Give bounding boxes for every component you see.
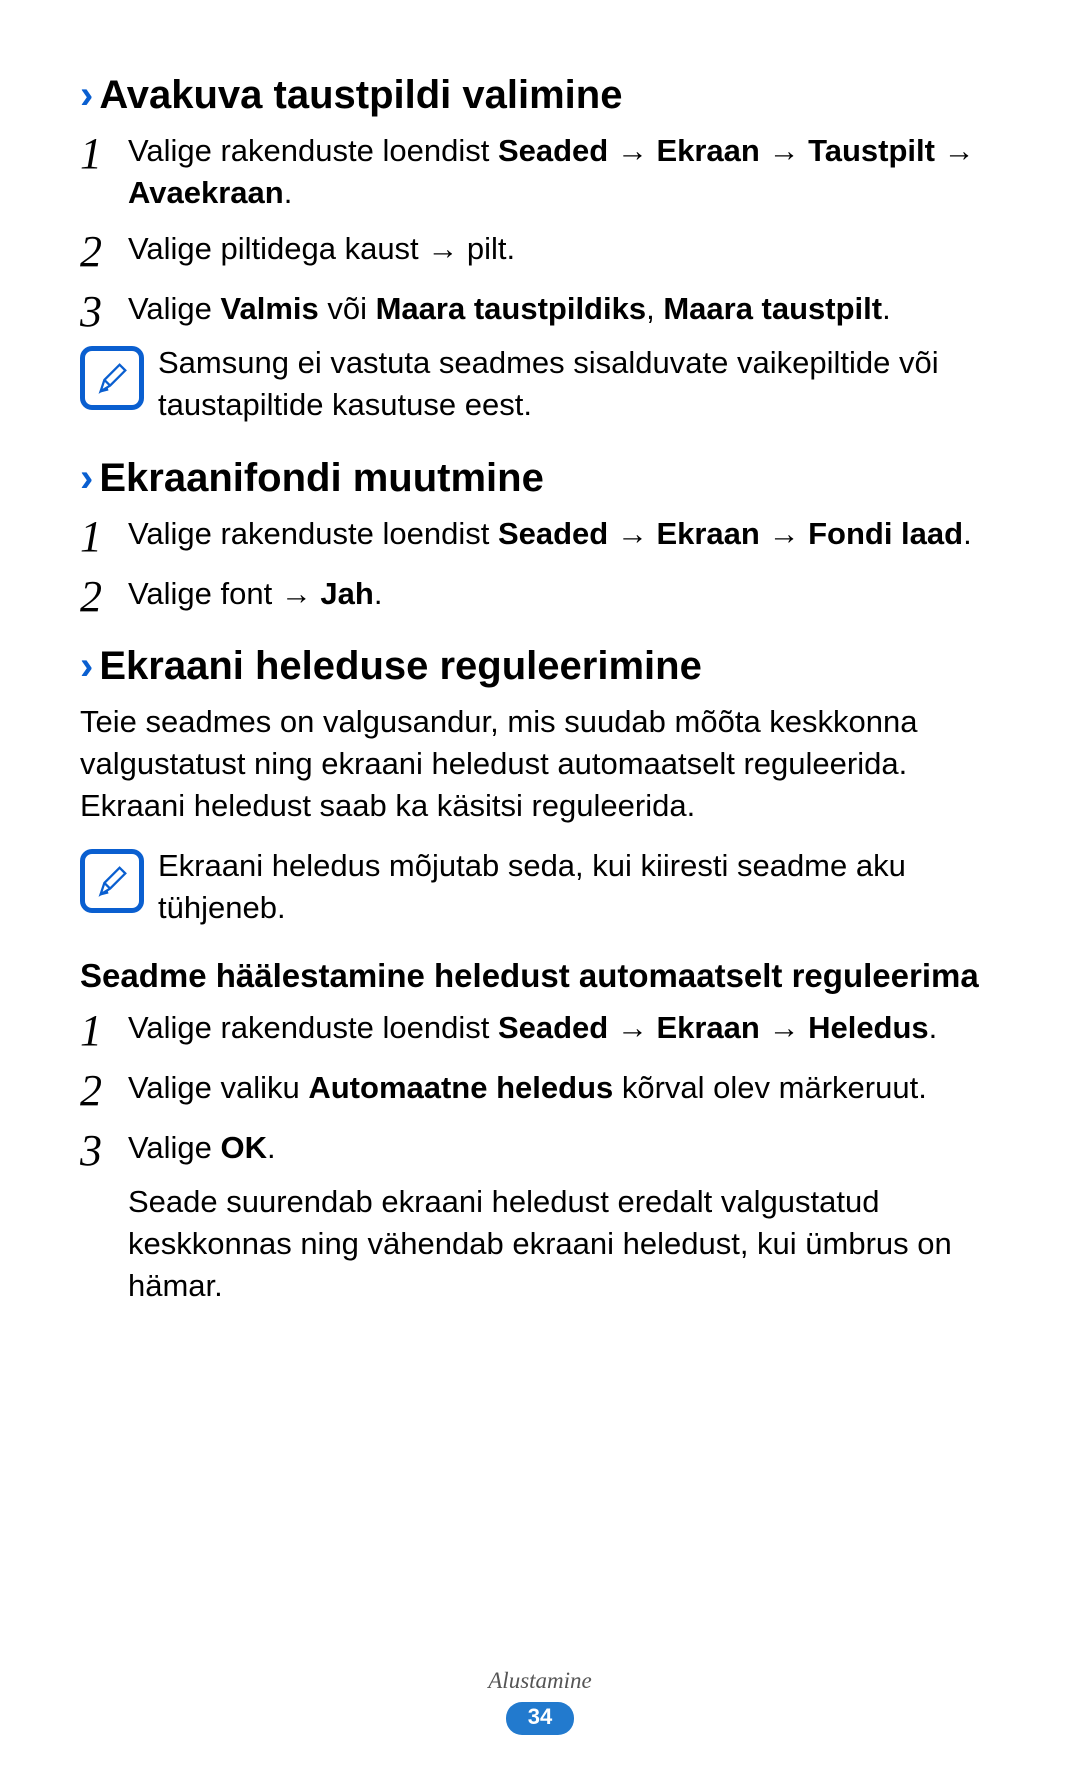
text-run: Valige rakenduste loendist bbox=[128, 133, 498, 168]
step-text: Valige OK. bbox=[128, 1127, 1000, 1169]
step-2: 2 Valige piltidega kaust → pilt. bbox=[80, 228, 1000, 274]
chevron-icon: › bbox=[80, 75, 93, 115]
bold-run: OK bbox=[221, 1130, 268, 1165]
note-text: Samsung ei vastuta seadmes sisalduvate v… bbox=[158, 342, 1000, 426]
document-page: › Avakuva taustpildi valimine 1 Valige r… bbox=[0, 0, 1080, 1771]
section-heading-font: › Ekraanifondi muutmine bbox=[80, 453, 1000, 503]
bold-run: Seaded → Ekraan → Heledus bbox=[498, 1010, 929, 1045]
note-icon bbox=[80, 849, 144, 913]
note-text: Ekraani heledus mõjutab seda, kui kiires… bbox=[158, 845, 1000, 929]
step-text: Valige Valmis või Maara taustpildiks, Ma… bbox=[128, 288, 1000, 330]
chevron-icon: › bbox=[80, 458, 93, 498]
page-number-badge: 34 bbox=[506, 1702, 574, 1735]
text-run: Valige bbox=[128, 1130, 221, 1165]
text-run: või bbox=[319, 291, 376, 326]
step-text: Valige rakenduste loendist Seaded → Ekra… bbox=[128, 1007, 1000, 1049]
text-run: . bbox=[267, 1130, 276, 1165]
note-block: Samsung ei vastuta seadmes sisalduvate v… bbox=[80, 342, 1000, 426]
bold-run: Automaatne heledus bbox=[308, 1070, 613, 1105]
step-2: 2 Valige valiku Automaatne heledus kõrva… bbox=[80, 1067, 1000, 1113]
section-title: Ekraani heleduse reguleerimine bbox=[99, 641, 701, 691]
step-number: 3 bbox=[80, 288, 128, 334]
text-run: , bbox=[646, 291, 663, 326]
text-run: . bbox=[374, 576, 383, 611]
step-1: 1 Valige rakenduste loendist Seaded → Ek… bbox=[80, 513, 1000, 559]
footer-section-label: Alustamine bbox=[0, 1668, 1080, 1694]
step-number: 1 bbox=[80, 513, 128, 559]
step-1: 1 Valige rakenduste loendist Seaded → Ek… bbox=[80, 1007, 1000, 1053]
step-number: 2 bbox=[80, 1067, 128, 1113]
step-number: 2 bbox=[80, 228, 128, 274]
page-footer: Alustamine 34 bbox=[0, 1668, 1080, 1735]
section-title: Ekraanifondi muutmine bbox=[99, 453, 544, 503]
step-number: 1 bbox=[80, 130, 128, 176]
note-block: Ekraani heledus mõjutab seda, kui kiires… bbox=[80, 845, 1000, 929]
text-run: Valige rakenduste loendist bbox=[128, 1010, 498, 1045]
note-icon bbox=[80, 346, 144, 410]
text-run: kõrval olev märkeruut. bbox=[613, 1070, 927, 1105]
section-heading-wallpaper: › Avakuva taustpildi valimine bbox=[80, 70, 1000, 120]
step-text: Valige rakenduste loendist Seaded → Ekra… bbox=[128, 130, 1000, 214]
step-3: 3 Valige Valmis või Maara taustpildiks, … bbox=[80, 288, 1000, 334]
text-run: Valige bbox=[128, 291, 221, 326]
bold-run: Jah bbox=[320, 576, 373, 611]
step-followup-text: Seade suurendab ekraani heledust eredalt… bbox=[128, 1181, 1000, 1307]
step-text: Valige valiku Automaatne heledus kõrval … bbox=[128, 1067, 1000, 1109]
bold-run: Seaded → Ekraan → Fondi laad bbox=[498, 516, 963, 551]
step-text: Valige rakenduste loendist Seaded → Ekra… bbox=[128, 513, 1000, 555]
chevron-icon: › bbox=[80, 646, 93, 686]
bold-run: Maara taustpilt bbox=[663, 291, 882, 326]
step-number: 1 bbox=[80, 1007, 128, 1053]
text-run: . bbox=[284, 175, 293, 210]
text-run: Valige rakenduste loendist bbox=[128, 516, 498, 551]
text-run: Valige valiku bbox=[128, 1070, 308, 1105]
step-2: 2 Valige font → Jah. bbox=[80, 573, 1000, 619]
bold-run: Valmis bbox=[221, 291, 319, 326]
section-title: Avakuva taustpildi valimine bbox=[99, 70, 622, 120]
text-run: . bbox=[963, 516, 972, 551]
section-heading-brightness: › Ekraani heleduse reguleerimine bbox=[80, 641, 1000, 691]
pencil-icon bbox=[93, 359, 131, 397]
text-run: . bbox=[882, 291, 891, 326]
step-text: Valige font → Jah. bbox=[128, 573, 1000, 615]
paragraph: Teie seadmes on valgusandur, mis suudab … bbox=[80, 701, 1000, 827]
pencil-icon bbox=[93, 862, 131, 900]
step-text: Valige piltidega kaust → pilt. bbox=[128, 228, 1000, 270]
step-number: 3 bbox=[80, 1127, 128, 1173]
step-3: 3 Valige OK. bbox=[80, 1127, 1000, 1173]
text-run: . bbox=[929, 1010, 938, 1045]
step-1: 1 Valige rakenduste loendist Seaded → Ek… bbox=[80, 130, 1000, 214]
bold-run: Maara taustpildiks bbox=[376, 291, 646, 326]
step-number: 2 bbox=[80, 573, 128, 619]
text-run: Valige font → bbox=[128, 576, 320, 611]
sub-heading-auto-brightness: Seadme häälestamine heledust automaatsel… bbox=[80, 955, 1000, 998]
